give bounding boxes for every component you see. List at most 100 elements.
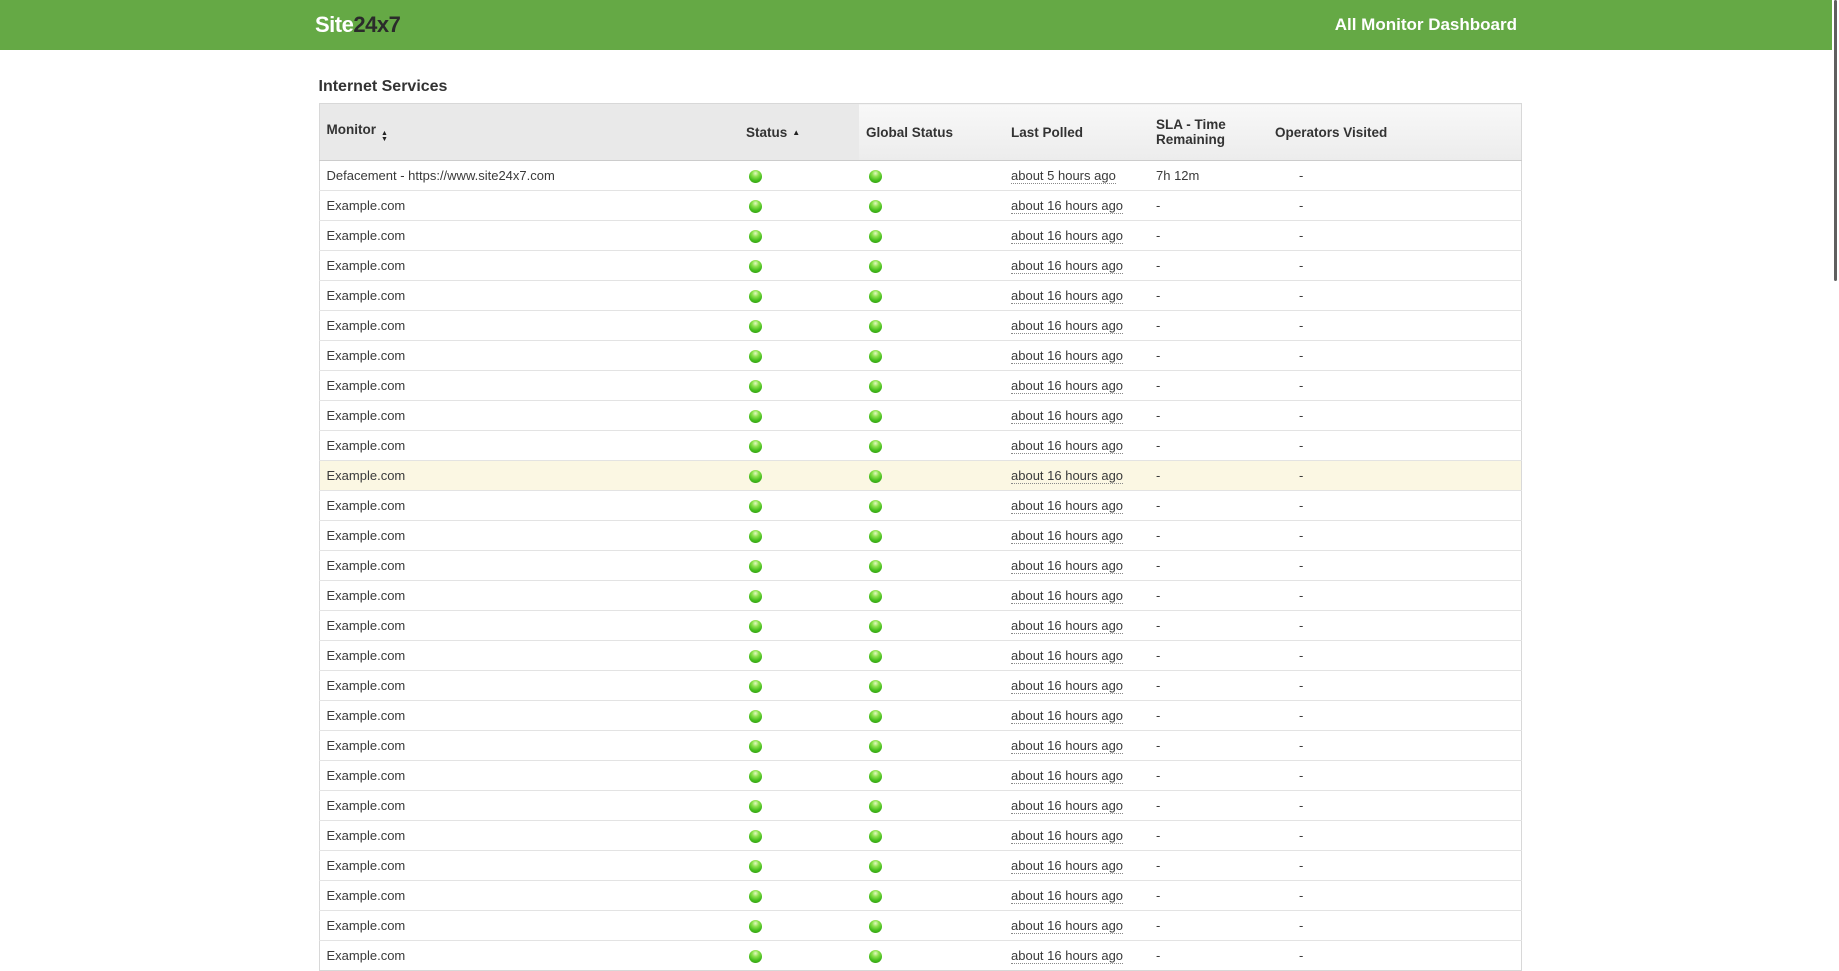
last-polled-link[interactable]: about 16 hours ago bbox=[1011, 708, 1123, 724]
operators-visited-value: - bbox=[1299, 678, 1303, 693]
global-status-up-icon bbox=[869, 740, 882, 753]
last-polled-link[interactable]: about 16 hours ago bbox=[1011, 828, 1123, 844]
table-row[interactable]: Example.com about 16 hours ago - - bbox=[319, 491, 1521, 521]
last-polled-link[interactable]: about 16 hours ago bbox=[1011, 258, 1123, 274]
last-polled-link[interactable]: about 16 hours ago bbox=[1011, 558, 1123, 574]
global-status-up-icon bbox=[869, 830, 882, 843]
last-polled-link[interactable]: about 16 hours ago bbox=[1011, 198, 1123, 214]
column-header-global-status[interactable]: Global Status bbox=[859, 104, 1004, 161]
last-polled-link[interactable]: about 5 hours ago bbox=[1011, 168, 1116, 184]
monitor-name: Example.com bbox=[327, 678, 406, 693]
global-status-up-icon bbox=[869, 170, 882, 183]
table-row[interactable]: Example.com about 16 hours ago - - bbox=[319, 731, 1521, 761]
last-polled-link[interactable]: about 16 hours ago bbox=[1011, 378, 1123, 394]
table-row[interactable]: Example.com about 16 hours ago - - bbox=[319, 431, 1521, 461]
monitor-name: Example.com bbox=[327, 858, 406, 873]
monitor-name: Example.com bbox=[327, 528, 406, 543]
global-status-up-icon bbox=[869, 950, 882, 963]
last-polled-link[interactable]: about 16 hours ago bbox=[1011, 228, 1123, 244]
table-row[interactable]: Example.com about 16 hours ago - - bbox=[319, 281, 1521, 311]
last-polled-link[interactable]: about 16 hours ago bbox=[1011, 798, 1123, 814]
status-up-icon bbox=[749, 530, 762, 543]
operators-visited-value: - bbox=[1299, 798, 1303, 813]
last-polled-link[interactable]: about 16 hours ago bbox=[1011, 528, 1123, 544]
last-polled-link[interactable]: about 16 hours ago bbox=[1011, 738, 1123, 754]
last-polled-link[interactable]: about 16 hours ago bbox=[1011, 858, 1123, 874]
column-header-last-polled[interactable]: Last Polled bbox=[1004, 104, 1149, 161]
status-up-icon bbox=[749, 620, 762, 633]
last-polled-link[interactable]: about 16 hours ago bbox=[1011, 648, 1123, 664]
table-row[interactable]: Example.com about 16 hours ago - - bbox=[319, 221, 1521, 251]
status-up-icon bbox=[749, 410, 762, 423]
operators-visited-value: - bbox=[1299, 708, 1303, 723]
operators-visited-value: - bbox=[1299, 528, 1303, 543]
table-row[interactable]: Example.com about 16 hours ago - - bbox=[319, 251, 1521, 281]
table-row[interactable]: Example.com about 16 hours ago - - bbox=[319, 821, 1521, 851]
monitor-name: Example.com bbox=[327, 648, 406, 663]
last-polled-link[interactable]: about 16 hours ago bbox=[1011, 888, 1123, 904]
operators-visited-value: - bbox=[1299, 948, 1303, 963]
global-status-up-icon bbox=[869, 770, 882, 783]
table-row[interactable]: Example.com about 16 hours ago - - bbox=[319, 941, 1521, 971]
table-row[interactable]: Example.com about 16 hours ago - - bbox=[319, 311, 1521, 341]
status-up-icon bbox=[749, 860, 762, 873]
last-polled-link[interactable]: about 16 hours ago bbox=[1011, 588, 1123, 604]
global-status-up-icon bbox=[869, 530, 882, 543]
table-row[interactable]: Example.com about 16 hours ago - - bbox=[319, 191, 1521, 221]
column-header-sla-time-remaining[interactable]: SLA - Time Remaining bbox=[1149, 104, 1268, 161]
table-row[interactable]: Example.com about 16 hours ago - - bbox=[319, 401, 1521, 431]
scrollbar-thumb[interactable] bbox=[1834, 0, 1837, 281]
last-polled-link[interactable]: about 16 hours ago bbox=[1011, 408, 1123, 424]
table-row[interactable]: Example.com about 16 hours ago - - bbox=[319, 461, 1521, 491]
table-row[interactable]: Example.com about 16 hours ago - - bbox=[319, 611, 1521, 641]
top-bar: Site24x7 All Monitor Dashboard bbox=[0, 0, 1832, 50]
last-polled-link[interactable]: about 16 hours ago bbox=[1011, 618, 1123, 634]
table-row[interactable]: Example.com about 16 hours ago - - bbox=[319, 341, 1521, 371]
status-up-icon bbox=[749, 500, 762, 513]
last-polled-link[interactable]: about 16 hours ago bbox=[1011, 468, 1123, 484]
table-row[interactable]: Example.com about 16 hours ago - - bbox=[319, 551, 1521, 581]
table-row[interactable]: Defacement - https://www.site24x7.com ab… bbox=[319, 161, 1521, 191]
last-polled-link[interactable]: about 16 hours ago bbox=[1011, 678, 1123, 694]
sla-time-remaining-value: - bbox=[1156, 198, 1160, 213]
sla-time-remaining-value: - bbox=[1156, 228, 1160, 243]
sla-time-remaining-value: - bbox=[1156, 468, 1160, 483]
column-header-operators-visited[interactable]: Operators Visited bbox=[1268, 104, 1521, 161]
monitor-name: Example.com bbox=[327, 288, 406, 303]
last-polled-link[interactable]: about 16 hours ago bbox=[1011, 438, 1123, 454]
operators-visited-value: - bbox=[1299, 618, 1303, 633]
table-row[interactable]: Example.com about 16 hours ago - - bbox=[319, 701, 1521, 731]
sla-time-remaining-value: - bbox=[1156, 318, 1160, 333]
monitor-name: Defacement - https://www.site24x7.com bbox=[327, 168, 555, 183]
table-row[interactable]: Example.com about 16 hours ago - - bbox=[319, 671, 1521, 701]
monitor-name: Example.com bbox=[327, 888, 406, 903]
status-up-icon bbox=[749, 290, 762, 303]
table-row[interactable]: Example.com about 16 hours ago - - bbox=[319, 581, 1521, 611]
table-row[interactable]: Example.com about 16 hours ago - - bbox=[319, 851, 1521, 881]
table-row[interactable]: Example.com about 16 hours ago - - bbox=[319, 641, 1521, 671]
last-polled-link[interactable]: about 16 hours ago bbox=[1011, 498, 1123, 514]
table-row[interactable]: Example.com about 16 hours ago - - bbox=[319, 521, 1521, 551]
last-polled-link[interactable]: about 16 hours ago bbox=[1011, 318, 1123, 334]
last-polled-link[interactable]: about 16 hours ago bbox=[1011, 918, 1123, 934]
column-header-status[interactable]: Status▲ bbox=[739, 104, 859, 161]
last-polled-link[interactable]: about 16 hours ago bbox=[1011, 948, 1123, 964]
table-row[interactable]: Example.com about 16 hours ago - - bbox=[319, 791, 1521, 821]
table-row[interactable]: Example.com about 16 hours ago - - bbox=[319, 371, 1521, 401]
operators-visited-value: - bbox=[1299, 288, 1303, 303]
monitor-name: Example.com bbox=[327, 468, 406, 483]
sla-time-remaining-value: - bbox=[1156, 408, 1160, 423]
table-row[interactable]: Example.com about 16 hours ago - - bbox=[319, 881, 1521, 911]
last-polled-link[interactable]: about 16 hours ago bbox=[1011, 768, 1123, 784]
status-up-icon bbox=[749, 170, 762, 183]
table-row[interactable]: Example.com about 16 hours ago - - bbox=[319, 761, 1521, 791]
last-polled-link[interactable]: about 16 hours ago bbox=[1011, 288, 1123, 304]
last-polled-link[interactable]: about 16 hours ago bbox=[1011, 348, 1123, 364]
status-up-icon bbox=[749, 950, 762, 963]
column-header-monitor[interactable]: Monitor▲▼ bbox=[319, 104, 739, 161]
operators-visited-value: - bbox=[1299, 738, 1303, 753]
vertical-scrollbar bbox=[1832, 0, 1839, 963]
column-label: Operators Visited bbox=[1275, 125, 1387, 140]
operators-visited-value: - bbox=[1299, 408, 1303, 423]
table-row[interactable]: Example.com about 16 hours ago - - bbox=[319, 911, 1521, 941]
